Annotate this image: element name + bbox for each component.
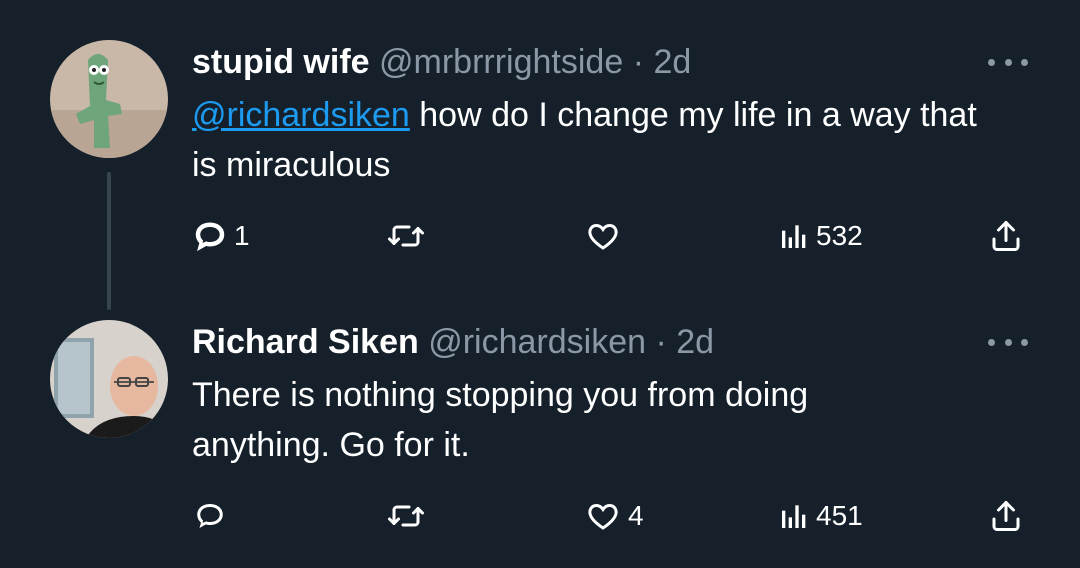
timestamp[interactable]: 2d <box>676 323 714 361</box>
analytics-icon <box>782 225 806 248</box>
tweet-header: Richard Siken @richardsiken · 2d <box>192 322 714 362</box>
person-avatar-icon <box>50 320 168 438</box>
like-count: 4 <box>628 500 644 531</box>
author-name[interactable]: stupid wife <box>192 43 370 81</box>
tweet-header: stupid wife @mrbrrrightside · 2d <box>192 42 691 82</box>
tweet-1[interactable]: stupid wife @mrbrrrightside · 2d @richar… <box>0 0 1080 310</box>
action-bar: 4 451 <box>0 496 1080 536</box>
dot-icon <box>988 338 995 346</box>
analytics-icon <box>782 505 806 528</box>
share-icon <box>992 501 1020 531</box>
like-button[interactable]: 4 <box>584 496 644 536</box>
gumby-avatar-icon <box>50 40 168 158</box>
dot-icon <box>1021 338 1028 346</box>
author-handle[interactable]: @mrbrrrightside <box>379 43 623 81</box>
tweet-text: @richardsiken how do I change my life in… <box>192 90 992 190</box>
view-count: 451 <box>816 500 863 531</box>
view-count: 532 <box>816 220 863 251</box>
reply-count: 1 <box>234 220 250 251</box>
reply-button[interactable]: 1 <box>192 216 250 256</box>
reply-button[interactable] <box>192 496 234 536</box>
share-button[interactable] <box>988 496 1024 536</box>
views-button[interactable]: 532 <box>778 216 863 256</box>
like-button[interactable] <box>584 216 628 256</box>
reply-icon <box>195 222 225 252</box>
retweet-icon <box>388 505 424 527</box>
separator: · <box>655 323 667 361</box>
author-handle[interactable]: @richardsiken <box>428 323 646 361</box>
heart-icon <box>588 503 618 530</box>
dot-icon <box>1004 338 1012 346</box>
avatar[interactable] <box>50 320 168 438</box>
share-icon <box>992 221 1020 251</box>
views-button[interactable]: 451 <box>778 496 863 536</box>
more-options-button[interactable] <box>988 52 1028 72</box>
action-bar: 1 532 <box>0 216 1080 256</box>
timestamp[interactable]: 2d <box>653 43 691 81</box>
heart-icon <box>588 223 618 250</box>
separator: · <box>632 43 645 81</box>
retweet-button[interactable] <box>386 496 432 536</box>
tweet-2[interactable]: Richard Siken @richardsiken · 2d There i… <box>0 300 1080 568</box>
more-options-button[interactable] <box>988 332 1028 352</box>
tweet-text: There is nothing stopping you from doing… <box>192 376 809 464</box>
mention-link[interactable]: @richardsiken <box>192 96 410 134</box>
author-name[interactable]: Richard Siken <box>192 323 419 361</box>
dot-icon <box>1021 58 1028 66</box>
dot-icon <box>988 58 995 66</box>
retweet-button[interactable] <box>386 216 432 256</box>
reply-icon <box>197 504 223 528</box>
dot-icon <box>1004 58 1012 66</box>
share-button[interactable] <box>988 216 1024 256</box>
retweet-icon <box>388 225 424 247</box>
avatar[interactable] <box>50 40 168 158</box>
